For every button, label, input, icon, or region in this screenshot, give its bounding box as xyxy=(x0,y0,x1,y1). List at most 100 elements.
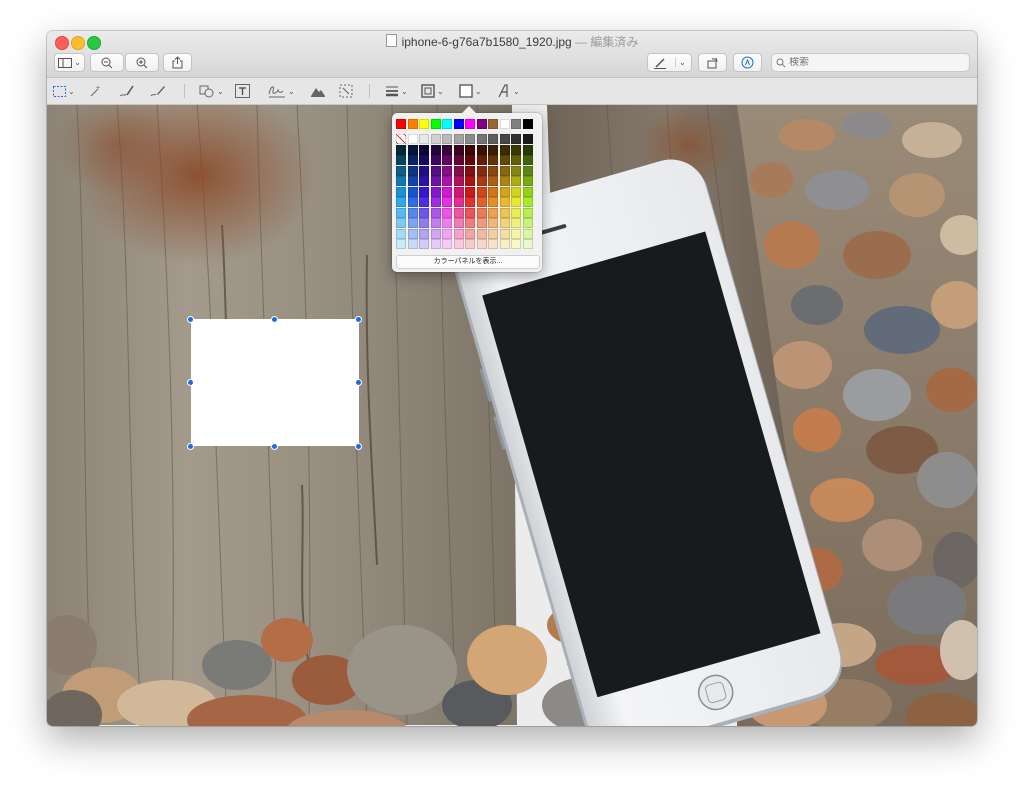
color-swatch[interactable] xyxy=(453,119,464,129)
color-swatch[interactable] xyxy=(476,176,487,186)
color-swatch[interactable] xyxy=(522,119,533,129)
color-swatch[interactable] xyxy=(488,197,498,207)
color-swatch[interactable] xyxy=(465,228,475,239)
color-swatch[interactable] xyxy=(396,176,406,186)
color-swatch[interactable] xyxy=(511,218,521,228)
color-swatch[interactable] xyxy=(511,144,521,155)
color-swatch[interactable] xyxy=(442,144,452,155)
draw-tool[interactable] xyxy=(150,81,166,101)
color-swatch[interactable] xyxy=(442,207,452,218)
color-swatch[interactable] xyxy=(419,176,429,186)
color-swatch[interactable] xyxy=(499,228,510,239)
color-swatch[interactable] xyxy=(465,176,475,186)
color-swatch[interactable] xyxy=(465,197,475,207)
color-swatch[interactable] xyxy=(430,165,441,176)
color-swatch[interactable] xyxy=(430,228,441,239)
color-swatch[interactable] xyxy=(407,207,418,218)
color-swatch[interactable] xyxy=(419,207,429,218)
color-swatch[interactable] xyxy=(511,134,521,144)
color-swatch[interactable] xyxy=(442,176,452,186)
color-swatch[interactable] xyxy=(499,134,510,144)
color-swatch[interactable] xyxy=(476,186,487,197)
color-swatch[interactable] xyxy=(407,186,418,197)
color-swatch[interactable] xyxy=(476,228,487,239)
adjust-size-tool[interactable] xyxy=(339,81,353,101)
color-swatch[interactable] xyxy=(396,134,406,144)
color-swatch[interactable] xyxy=(396,186,406,197)
color-swatch[interactable] xyxy=(511,165,521,176)
search-field[interactable] xyxy=(771,53,970,72)
color-swatch[interactable] xyxy=(407,197,418,207)
color-swatch[interactable] xyxy=(419,239,429,249)
color-swatch[interactable] xyxy=(407,228,418,239)
rotate-button[interactable] xyxy=(698,53,727,72)
color-swatch[interactable] xyxy=(407,155,418,165)
color-swatch[interactable] xyxy=(488,228,498,239)
color-swatch[interactable] xyxy=(442,197,452,207)
color-swatch[interactable] xyxy=(522,207,533,218)
selection-handle-right[interactable] xyxy=(355,379,362,386)
color-swatch[interactable] xyxy=(442,228,452,239)
color-swatch[interactable] xyxy=(453,239,464,249)
color-swatch[interactable] xyxy=(407,134,418,144)
color-swatch[interactable] xyxy=(419,155,429,165)
color-swatch[interactable] xyxy=(476,207,487,218)
color-swatch[interactable] xyxy=(522,176,533,186)
color-swatch[interactable] xyxy=(488,207,498,218)
selection-handle-top[interactable] xyxy=(271,316,278,323)
color-swatch[interactable] xyxy=(430,239,441,249)
color-swatch[interactable] xyxy=(453,165,464,176)
color-swatch[interactable] xyxy=(499,207,510,218)
color-swatch[interactable] xyxy=(522,228,533,239)
color-swatch[interactable] xyxy=(407,218,418,228)
color-swatch[interactable] xyxy=(465,155,475,165)
color-swatch[interactable] xyxy=(396,228,406,239)
color-swatch[interactable] xyxy=(453,228,464,239)
color-swatch[interactable] xyxy=(430,176,441,186)
color-swatch[interactable] xyxy=(396,218,406,228)
color-swatch[interactable] xyxy=(488,176,498,186)
color-swatch[interactable] xyxy=(465,119,475,129)
color-swatch[interactable] xyxy=(522,165,533,176)
color-swatch[interactable] xyxy=(407,176,418,186)
color-swatch[interactable] xyxy=(430,186,441,197)
color-swatch[interactable] xyxy=(419,228,429,239)
color-swatch[interactable] xyxy=(453,186,464,197)
color-swatch[interactable] xyxy=(465,165,475,176)
selection-handle-bottom-right[interactable] xyxy=(355,443,362,450)
color-swatch[interactable] xyxy=(465,218,475,228)
color-swatch[interactable] xyxy=(407,119,418,129)
sidebar-toggle-button[interactable]: ⌄ xyxy=(54,53,85,72)
color-swatch[interactable] xyxy=(453,155,464,165)
color-swatch[interactable] xyxy=(396,144,406,155)
adjust-color-tool[interactable] xyxy=(310,81,326,101)
color-swatch[interactable] xyxy=(511,186,521,197)
color-swatch[interactable] xyxy=(430,207,441,218)
color-swatch[interactable] xyxy=(476,155,487,165)
color-swatch[interactable] xyxy=(499,119,510,129)
color-swatch[interactable] xyxy=(442,239,452,249)
border-color-tool[interactable]: ⌄ xyxy=(421,81,444,101)
color-swatch[interactable] xyxy=(396,197,406,207)
instant-alpha-tool[interactable] xyxy=(88,81,102,101)
selection-handle-bottom[interactable] xyxy=(271,443,278,450)
color-swatch[interactable] xyxy=(511,239,521,249)
color-swatch[interactable] xyxy=(465,239,475,249)
color-swatch[interactable] xyxy=(396,239,406,249)
color-swatch[interactable] xyxy=(430,144,441,155)
color-swatch[interactable] xyxy=(453,144,464,155)
color-swatch[interactable] xyxy=(453,134,464,144)
color-swatch[interactable] xyxy=(430,197,441,207)
color-swatch[interactable] xyxy=(396,155,406,165)
selection-handle-bottom-left[interactable] xyxy=(187,443,194,450)
color-swatch[interactable] xyxy=(430,134,441,144)
color-swatch[interactable] xyxy=(499,197,510,207)
color-swatch[interactable] xyxy=(511,228,521,239)
color-swatch[interactable] xyxy=(511,197,521,207)
color-swatch[interactable] xyxy=(453,218,464,228)
color-swatch[interactable] xyxy=(396,207,406,218)
color-swatch[interactable] xyxy=(453,207,464,218)
markup-toolbar-button[interactable]: ⌄ xyxy=(647,53,692,72)
color-swatch[interactable] xyxy=(499,144,510,155)
color-swatch[interactable] xyxy=(419,144,429,155)
